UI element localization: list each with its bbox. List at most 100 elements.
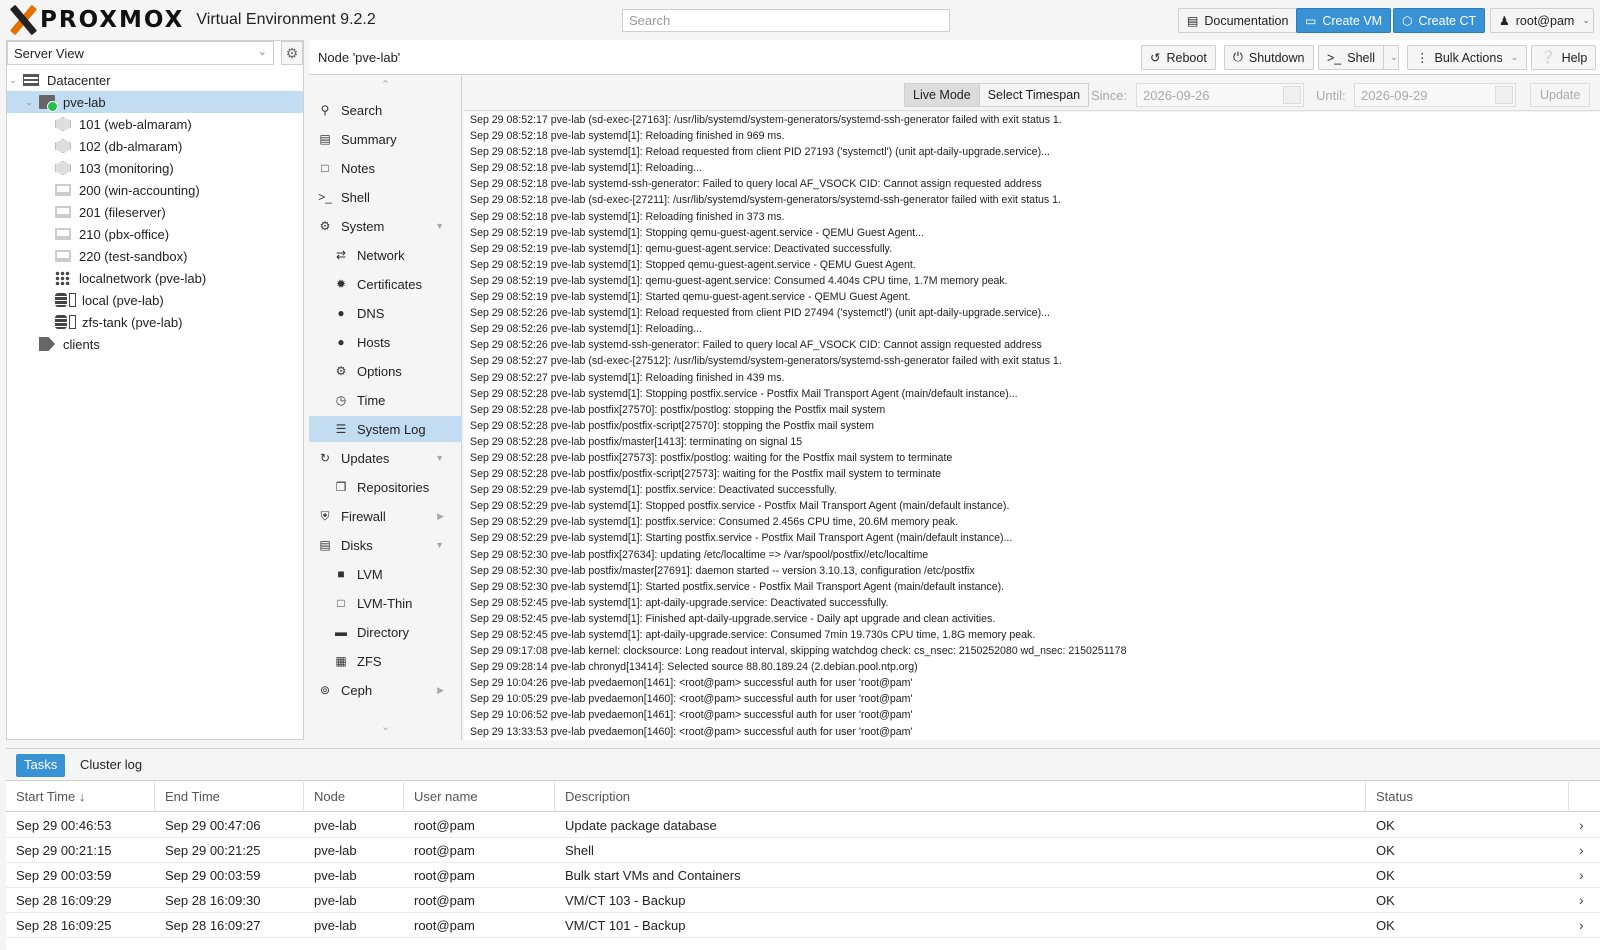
nav-item-label: Shell	[341, 189, 370, 205]
nav-item-directory[interactable]: ▬ Directory	[309, 619, 462, 645]
gear-icon: ⚙	[335, 364, 347, 378]
nav-item-ceph[interactable]: ⊚ Ceph ▶	[309, 677, 462, 703]
chevron-down-icon[interactable]: ⌄	[1383, 46, 1398, 69]
tree-item-pve-lab[interactable]: ⌄ pve-lab	[7, 91, 303, 113]
table-cell: VM/CT 103 - Backup	[565, 893, 686, 908]
bulk-actions-button[interactable]: ⋮ Bulk Actions ⌄	[1407, 45, 1528, 70]
nav-item-search[interactable]: ⚲ Search	[309, 97, 462, 123]
log-mode-toggle: Live Mode Select Timespan	[904, 83, 1090, 107]
tree-item-vm-200[interactable]: 200 (win-accounting)	[7, 179, 303, 201]
search-input[interactable]: Search	[622, 9, 950, 32]
chevron-right-icon[interactable]: ›	[1569, 913, 1599, 938]
live-mode-button[interactable]: Live Mode	[905, 84, 980, 106]
nav-item-disks[interactable]: ▤ Disks ▼	[309, 532, 462, 558]
create-ct-button[interactable]: ⬡ Create CT	[1393, 8, 1486, 33]
nav-item-system-log[interactable]: ☰ System Log	[309, 416, 462, 442]
nav-item-lvm[interactable]: ■ LVM	[309, 561, 462, 587]
tree-item-datacenter[interactable]: ⌄ Datacenter	[7, 69, 303, 91]
nav-item-dns[interactable]: ● DNS	[309, 300, 462, 326]
column-description[interactable]: Description	[555, 782, 1366, 812]
table-cell: Shell	[565, 843, 594, 858]
table-row[interactable]: Sep 29 00:46:53 Sep 29 00:47:06 pve-lab roo…	[6, 813, 1600, 838]
nav-item-label: Firewall	[341, 508, 386, 524]
column-start-time[interactable]: Start Time ↓	[6, 782, 155, 812]
nav-item-shell[interactable]: >_ Shell	[309, 184, 462, 210]
table-row[interactable]: Sep 29 00:21:15 Sep 29 00:21:25 pve-lab roo…	[6, 838, 1600, 863]
log-line: Sep 29 08:52:45 pve-lab systemd[1]: Fini…	[470, 612, 996, 625]
nav-item-options[interactable]: ⚙ Options	[309, 358, 462, 384]
nav-item-hosts[interactable]: ● Hosts	[309, 329, 462, 355]
tree-settings-button[interactable]: ⚙	[281, 41, 303, 65]
nav-item-system[interactable]: ⚙ System ▼	[309, 213, 462, 239]
tree-item-vm-220[interactable]: 220 (test-sandbox)	[7, 245, 303, 267]
tree-item-label: 220 (test-sandbox)	[79, 248, 188, 264]
scroll-down-icon[interactable]: ⌄	[309, 720, 462, 738]
documentation-button[interactable]: ▤ Documentation	[1178, 8, 1298, 33]
nav-item-repositories[interactable]: ❐ Repositories	[309, 474, 462, 500]
column-node[interactable]: Node	[304, 782, 404, 812]
tree-item-ct-101[interactable]: 101 (web-almaram)	[7, 113, 303, 135]
tree-item-clients[interactable]: clients	[7, 333, 303, 355]
tree-item-zfs-tank[interactable]: zfs-tank (pve-lab)	[7, 311, 303, 333]
table-cell: pve-lab	[314, 843, 357, 858]
shell-button[interactable]: >_ Shell ⌄	[1318, 45, 1399, 70]
calendar-icon[interactable]	[1495, 86, 1513, 104]
system-log-view[interactable]: Sep 29 08:52:17 pve-lab (sd-exec-[27163]…	[464, 112, 1600, 740]
user-menu-button[interactable]: ♟ root@pam ⌄	[1490, 8, 1594, 33]
nav-item-summary[interactable]: ▤ Summary	[309, 126, 462, 152]
tab-tasks[interactable]: Tasks	[16, 754, 66, 777]
nav-item-network[interactable]: ⇄ Network	[309, 242, 462, 268]
chevron-right-icon[interactable]: ›	[1569, 813, 1599, 838]
calendar-icon[interactable]	[1283, 86, 1301, 104]
since-date-value: 2026-09-26	[1143, 88, 1210, 103]
select-timespan-button[interactable]: Select Timespan	[980, 84, 1088, 106]
tree-item-vm-201[interactable]: 201 (fileserver)	[7, 201, 303, 223]
log-line: Sep 29 08:52:18 pve-lab systemd-ssh-gene…	[470, 178, 1042, 191]
until-date-field[interactable]: 2026-09-29	[1354, 83, 1516, 107]
chevron-right-icon[interactable]: ›	[1569, 838, 1599, 863]
log-line: Sep 29 08:52:45 pve-lab systemd[1]: apt-…	[470, 629, 1036, 641]
chevron-down-icon: ▼	[435, 221, 444, 231]
scroll-up-icon[interactable]: ⌃	[309, 78, 462, 96]
table-cell: root@pam	[414, 868, 475, 883]
nav-item-zfs[interactable]: ▦ ZFS	[309, 648, 462, 674]
nav-item-notes[interactable]: □ Notes	[309, 155, 462, 181]
nav-item-certificates[interactable]: ✹ Certificates	[309, 271, 462, 297]
column-user-name[interactable]: User name	[404, 782, 555, 812]
tree-item-ct-102[interactable]: 102 (db-almaram)	[7, 135, 303, 157]
column-status[interactable]: Status	[1366, 782, 1569, 812]
chevron-right-icon[interactable]: ›	[1569, 888, 1599, 913]
tab-cluster-log[interactable]: Cluster log	[72, 754, 150, 777]
expander-icon[interactable]: ⌄	[23, 97, 35, 108]
shutdown-button[interactable]: ⏻ Shutdown	[1224, 45, 1314, 70]
column-end-time[interactable]: End Time	[155, 782, 304, 812]
bulk-actions-label: Bulk Actions	[1434, 50, 1503, 65]
view-selector[interactable]: Server View ⌄	[7, 41, 274, 65]
tree-item-local-storage[interactable]: local (pve-lab)	[7, 289, 303, 311]
tree-item-localnetwork[interactable]: localnetwork (pve-lab)	[7, 267, 303, 289]
table-row[interactable]: Sep 28 16:09:25 Sep 28 16:09:27 pve-lab roo…	[6, 913, 1600, 938]
expander-icon[interactable]: ⌄	[7, 75, 19, 86]
tree-item-ct-103[interactable]: 103 (monitoring)	[7, 157, 303, 179]
nav-item-lvm-thin[interactable]: □ LVM-Thin	[309, 590, 462, 616]
tree-item-vm-210[interactable]: 210 (pbx-office)	[7, 223, 303, 245]
question-circle-icon: ❔	[1540, 50, 1556, 64]
table-row[interactable]: Sep 29 00:03:59 Sep 29 00:03:59 pve-lab roo…	[6, 863, 1600, 888]
nav-item-time[interactable]: ◷ Time	[309, 387, 462, 413]
certificate-icon: ✹	[335, 277, 347, 291]
table-row[interactable]: Sep 28 16:09:29 Sep 28 16:09:30 pve-lab roo…	[6, 888, 1600, 913]
nav-item-updates[interactable]: ↻ Updates ▼	[309, 445, 462, 471]
nav-item-firewall[interactable]: ⛨ Firewall ▶	[309, 503, 462, 529]
update-button[interactable]: Update	[1530, 83, 1591, 107]
create-vm-button[interactable]: ▭ Create VM	[1296, 8, 1392, 33]
resource-tree-panel: Server View ⌄ ⚙ ⌄ Datacenter ⌄ pve-lab 1…	[6, 40, 304, 740]
reboot-button[interactable]: ↺ Reboot	[1141, 45, 1216, 70]
chevron-right-icon[interactable]: ›	[1569, 863, 1599, 888]
since-date-field[interactable]: 2026-09-26	[1136, 83, 1304, 107]
log-line: Sep 29 09:28:14 pve-lab chronyd[13414]: …	[470, 661, 918, 674]
globe-icon: ●	[337, 306, 345, 320]
help-button[interactable]: ❔ Help	[1531, 45, 1597, 70]
nav-item-label: Search	[341, 102, 383, 118]
nav-item-label: Time	[357, 392, 386, 408]
log-line: Sep 29 08:52:29 pve-lab systemd[1]: post…	[470, 484, 837, 497]
